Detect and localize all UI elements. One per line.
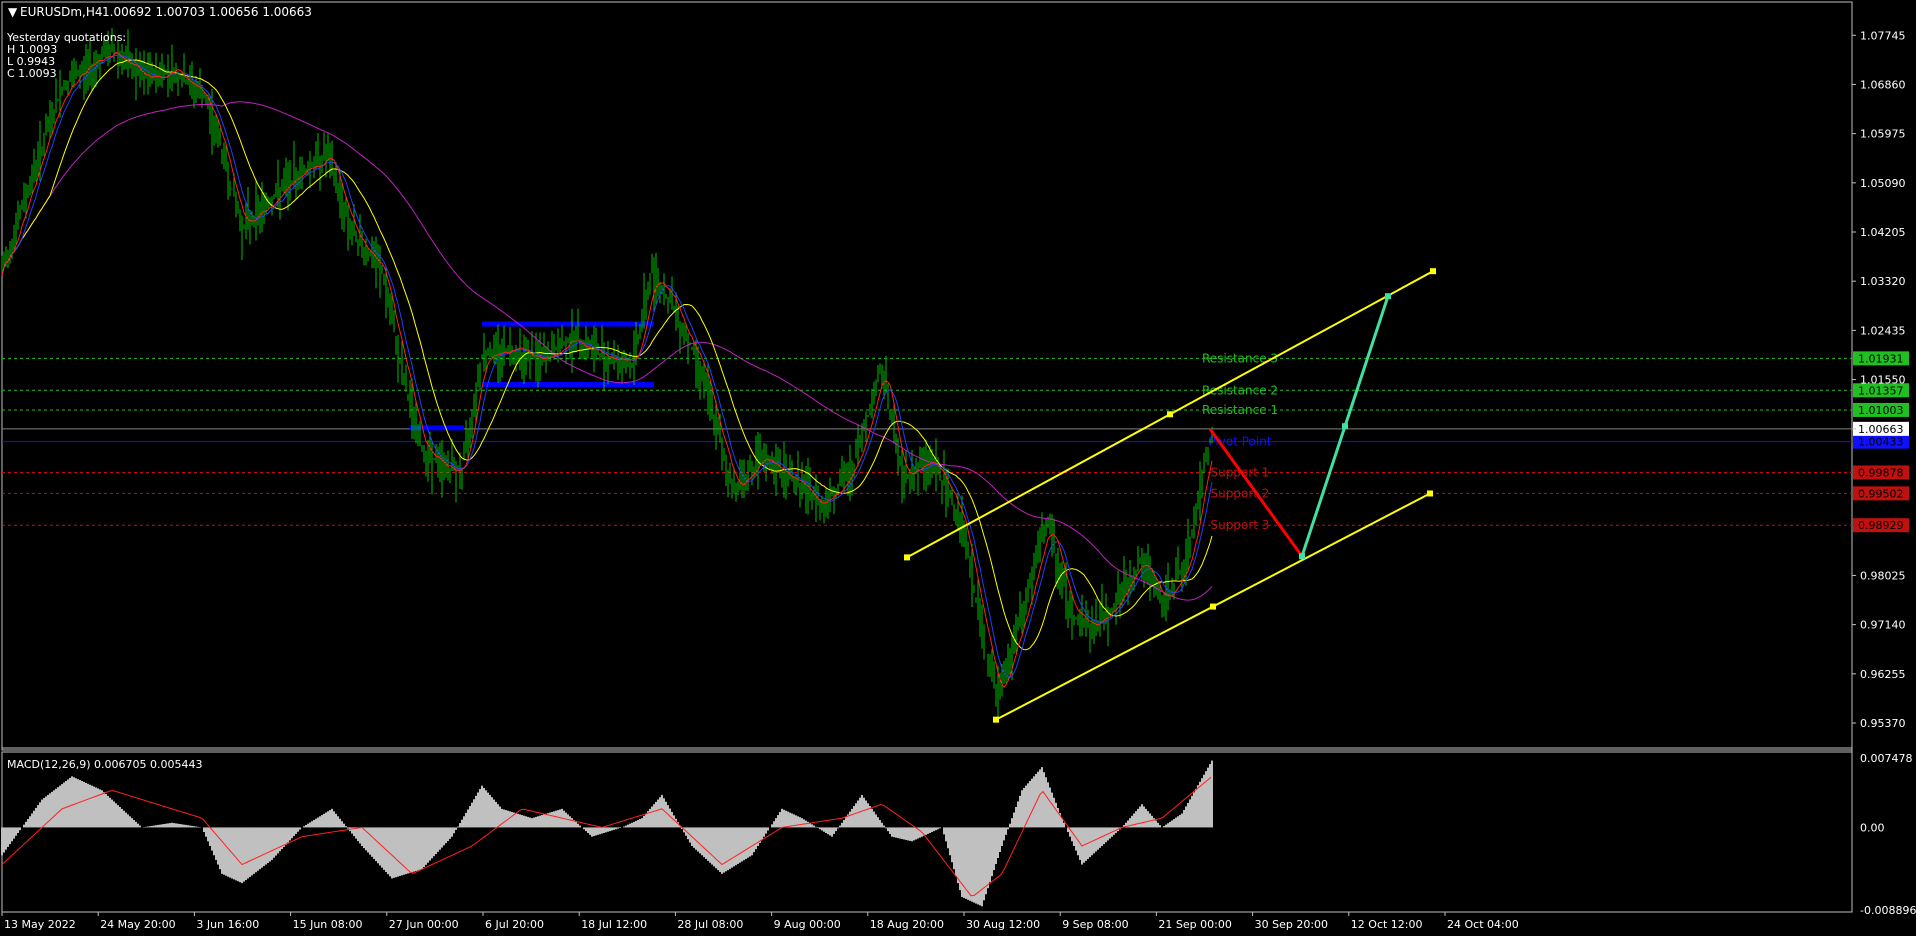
x-tick-label-13: 30 Sep 20:00	[1255, 918, 1328, 931]
forecast-pivot-anchor	[1299, 553, 1305, 560]
x-tick-label-5: 6 Jul 20:00	[485, 918, 544, 931]
level-text-0: Resistance 3	[1202, 351, 1278, 365]
channel-anchor-0-1	[1430, 268, 1436, 275]
x-tick-label-10: 30 Aug 12:00	[966, 918, 1040, 931]
macd-title: MACD(12,26,9) 0.006705 0.005443	[7, 758, 203, 771]
macd-y-tick-2: -0.008896	[1860, 904, 1916, 917]
x-tick-label-3: 15 Jun 08:00	[293, 918, 363, 931]
y-tick-label-7: 1.01550	[1860, 374, 1906, 387]
yesterday-close: C 1.0093	[7, 67, 57, 80]
x-tick-label-15: 24 Oct 04:00	[1447, 918, 1519, 931]
y-tick-label-0: 1.07745	[1860, 29, 1906, 42]
trading-chart[interactable]: Resistance 3 1.01931Resistance 2 1.01357Re…	[0, 0, 1916, 936]
y-tick-label-11: 0.96255	[1860, 668, 1906, 681]
forecast-end-anchor	[1385, 293, 1391, 300]
symbol-label: EURUSDm,H4	[20, 5, 103, 19]
current-price-text: 1.00663	[1858, 423, 1904, 436]
level-tag-text-3: 1.00433	[1858, 436, 1904, 449]
y-tick-label-6: 1.02435	[1860, 324, 1906, 337]
channel-anchor-0-0	[904, 554, 910, 561]
x-tick-label-0: 13 May 2022	[4, 918, 76, 931]
y-tick-label-5: 1.03320	[1860, 275, 1906, 288]
price-series	[1, 28, 1213, 722]
macd-y-tick-0: 0.007478	[1860, 752, 1913, 765]
main-panel-frame	[1, 1, 1853, 751]
x-tick-label-9: 18 Aug 20:00	[870, 918, 944, 931]
channel-mid-anchor-1	[1210, 603, 1216, 610]
y-tick-label-3: 1.05090	[1860, 177, 1906, 190]
channel-anchor-1-1	[1427, 490, 1433, 497]
x-tick-label-4: 27 Jun 00:00	[389, 918, 459, 931]
x-tick-label-6: 18 Jul 12:00	[581, 918, 647, 931]
channel-anchor-1-0	[993, 716, 999, 723]
y-tick-label-2: 1.05975	[1860, 128, 1906, 141]
forecast-mid-anchor	[1342, 423, 1348, 430]
y-tick-label-10: 0.97140	[1860, 619, 1906, 632]
y-tick-label-4: 1.04205	[1860, 226, 1906, 239]
level-tag-text-4: 0.99878	[1858, 466, 1904, 479]
level-text-2: Resistance 1	[1202, 403, 1278, 417]
x-tick-label-11: 9 Sep 08:00	[1062, 918, 1128, 931]
x-tick-label-12: 21 Sep 00:00	[1158, 918, 1231, 931]
level-text-6: Support 3	[1211, 518, 1270, 532]
ohlc-values: 1.00692 1.00703 1.00656 1.00663	[102, 5, 312, 19]
x-tick-label-1: 24 May 20:00	[100, 918, 175, 931]
y-tick-label-1: 1.06860	[1860, 78, 1906, 91]
y-tick-label-12: 0.95370	[1860, 717, 1906, 730]
symbol-dropdown-icon[interactable]: ▼	[8, 5, 18, 19]
x-tick-label-8: 9 Aug 00:00	[774, 918, 841, 931]
ma-red-line	[1, 51, 1213, 689]
pivot-levels: Resistance 3 1.01931Resistance 2 1.01357Re…	[2, 351, 1909, 533]
x-tick-label-2: 3 Jun 16:00	[196, 918, 259, 931]
macd-indicator: 0.007478 0.00 -0.008896	[1, 752, 1916, 917]
level-tag-text-0: 1.01931	[1858, 352, 1904, 365]
channel-mid-anchor-0	[1167, 411, 1173, 418]
y-tick-label-9: 0.98025	[1860, 569, 1906, 582]
macd-y-tick-1: 0.00	[1860, 821, 1885, 834]
level-tag-text-5: 0.99502	[1858, 487, 1904, 500]
x-tick-label-14: 12 Oct 12:00	[1351, 918, 1423, 931]
level-tag-text-6: 0.98929	[1858, 519, 1904, 532]
level-tag-text-2: 1.01003	[1858, 404, 1904, 417]
x-tick-label-7: 28 Jul 08:00	[677, 918, 743, 931]
